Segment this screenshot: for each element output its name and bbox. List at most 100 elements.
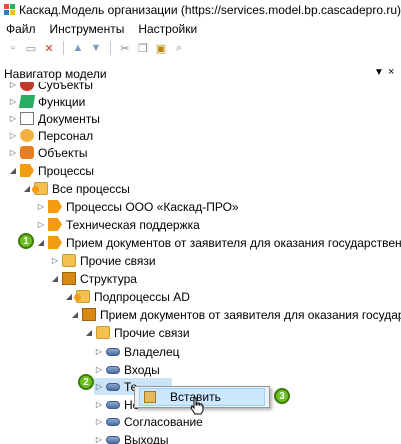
- subprocess-icon: [82, 308, 96, 321]
- subjects-icon: [20, 82, 34, 91]
- expand-arrow-icon[interactable]: ▷: [8, 114, 18, 123]
- navigator-header: Навигатор модели ▼ ×: [0, 66, 401, 82]
- tree-item-label: Все процессы: [52, 181, 130, 196]
- link-icon: [106, 400, 120, 409]
- expand-arrow-icon[interactable]: ▷: [94, 400, 104, 409]
- tree-item-label: Техническая поддержка: [66, 217, 200, 232]
- toolbar: ▫ ▭ ✕ ▲ ▼ ✂ ❐ ▣ ⌕: [0, 38, 401, 58]
- paste-icon: [144, 391, 156, 403]
- toolbar-separator: [110, 41, 111, 55]
- documents-icon: [20, 112, 34, 125]
- tree-item-tech-support[interactable]: ▷ Техническая поддержка: [36, 216, 200, 233]
- collapse-arrow-icon[interactable]: ◢: [22, 184, 32, 193]
- delete-icon[interactable]: ✕: [42, 41, 56, 55]
- expand-arrow-icon[interactable]: ▷: [94, 365, 104, 374]
- tree-item-partial[interactable]: ▷ Но: [94, 396, 139, 413]
- menu-tools[interactable]: Инструменты: [50, 22, 125, 36]
- tree-item-label: Согласование: [124, 414, 203, 429]
- step-badge-2: 2: [78, 374, 94, 390]
- expand-arrow-icon[interactable]: ▷: [36, 202, 46, 211]
- tree-item-label: Подпроцессы AD: [94, 289, 190, 304]
- tree-item-subprocesses-ad[interactable]: ◢ Подпроцессы AD: [64, 288, 190, 305]
- link-icon: [106, 382, 120, 391]
- collapse-arrow-icon[interactable]: ◢: [50, 274, 60, 283]
- tree-item-inputs[interactable]: ▷ Входы: [94, 361, 160, 378]
- tree-item-other-links-sub[interactable]: ◢ Прочие связи: [84, 324, 190, 341]
- collapse-arrow-icon[interactable]: ◢: [70, 310, 80, 319]
- expand-arrow-icon[interactable]: ▷: [94, 417, 104, 426]
- expand-arrow-icon[interactable]: ▷: [8, 97, 18, 106]
- expand-arrow-icon[interactable]: ▷: [8, 148, 18, 157]
- tree-item-label: Прочие связи: [114, 325, 190, 340]
- step-badge-1: 1: [18, 233, 34, 249]
- pin-icon[interactable]: ▼: [374, 67, 384, 78]
- tree-item-receive-docs[interactable]: ◢ Прием документов от заявителя для оказ…: [36, 234, 401, 251]
- folder-icon: [62, 254, 76, 267]
- tree-item-label: Владелец: [124, 344, 180, 359]
- tree-item-processes[interactable]: ◢ Процессы: [8, 162, 94, 179]
- process-icon: [48, 236, 62, 249]
- move-down-icon[interactable]: ▼: [89, 41, 103, 55]
- tree-item-processes-ooo[interactable]: ▷ Процессы ООО «Каскад-ПРО»: [36, 198, 239, 215]
- tree-item-outputs[interactable]: ▷ Выходы: [94, 431, 169, 444]
- app-icon: [4, 4, 15, 16]
- process-icon: [48, 218, 62, 231]
- collapse-arrow-icon[interactable]: ◢: [8, 166, 18, 175]
- tree-item-other-links[interactable]: ▷ Прочие связи: [50, 252, 156, 269]
- link-icon: [106, 347, 120, 356]
- tree-item-personnel[interactable]: ▷ Персонал: [8, 127, 93, 144]
- tree-item-label: Объекты: [38, 145, 88, 160]
- menu-file[interactable]: Файл: [6, 22, 36, 36]
- tree-item-functions[interactable]: ▷ Функции: [8, 93, 85, 110]
- link-icon: [106, 365, 120, 374]
- expand-arrow-icon[interactable]: ▷: [36, 220, 46, 229]
- new-file-icon[interactable]: ▫: [6, 41, 20, 55]
- link-icon: [106, 417, 120, 426]
- structure-icon: [62, 272, 76, 285]
- collapse-arrow-icon[interactable]: ◢: [84, 328, 94, 337]
- folder-icon: [96, 326, 110, 339]
- paste-icon[interactable]: ▣: [154, 41, 168, 55]
- title-bar: Каскад.Модель организации (https://servi…: [0, 0, 401, 20]
- objects-icon: [20, 146, 34, 159]
- menu-settings[interactable]: Настройки: [138, 22, 197, 36]
- close-icon[interactable]: ×: [388, 66, 394, 78]
- tree-item-objects[interactable]: ▷ Объекты: [8, 144, 88, 161]
- step-badge-3: 3: [274, 388, 290, 404]
- expand-arrow-icon[interactable]: ▷: [94, 347, 104, 356]
- tree-item-owner[interactable]: ▷ Владелец: [94, 343, 180, 360]
- move-up-icon[interactable]: ▲: [71, 41, 85, 55]
- navigator-title: Навигатор модели: [4, 67, 107, 81]
- process-folder-icon: [32, 182, 48, 195]
- tree-item-label: Структура: [80, 271, 137, 286]
- tree-item-structure[interactable]: ◢ Структура: [50, 270, 137, 287]
- toolbar-separator: [63, 41, 64, 55]
- expand-arrow-icon[interactable]: ▷: [8, 82, 18, 89]
- tree-item-documents[interactable]: ▷ Документы: [8, 110, 100, 127]
- open-folder-icon[interactable]: ▭: [24, 41, 38, 55]
- link-icon: [106, 435, 120, 444]
- expand-arrow-icon[interactable]: ▷: [50, 256, 60, 265]
- tree-item-subjects[interactable]: ▷ Субъекты: [8, 82, 93, 93]
- copy-icon[interactable]: ❐: [136, 41, 150, 55]
- collapse-arrow-icon[interactable]: ◢: [36, 238, 46, 247]
- tree-item-label: Функции: [38, 94, 86, 109]
- tree-item-label: Прием документов от заявителя для оказан…: [100, 307, 401, 322]
- collapse-arrow-icon[interactable]: ◢: [64, 292, 74, 301]
- menu-bar: Файл Инструменты Настройки: [0, 20, 401, 38]
- tree-item-label: Прием документов от заявителя для оказан…: [66, 235, 401, 250]
- tree-item-label: Процессы ООО «Каскад-ПРО»: [66, 199, 239, 214]
- expand-arrow-icon[interactable]: ▷: [94, 382, 104, 391]
- expand-arrow-icon[interactable]: ▷: [94, 435, 104, 444]
- cut-icon[interactable]: ✂: [118, 41, 132, 55]
- expand-arrow-icon[interactable]: ▷: [8, 131, 18, 140]
- tree-item-label: Субъекты: [38, 82, 93, 92]
- find-icon[interactable]: ⌕: [172, 41, 186, 55]
- window-title: Каскад.Модель организации (https://servi…: [19, 3, 401, 17]
- tree-item-receive-docs-sub[interactable]: ◢ Прием документов от заявителя для оказ…: [70, 306, 401, 323]
- tree-item-all-processes[interactable]: ◢ Все процессы: [22, 180, 130, 197]
- tree-item-label: Персонал: [38, 128, 94, 143]
- tree-item-label: Прочие связи: [80, 253, 156, 268]
- tree-item-approval[interactable]: ▷ Согласование: [94, 413, 203, 430]
- tree-item-label: Входы: [124, 362, 160, 377]
